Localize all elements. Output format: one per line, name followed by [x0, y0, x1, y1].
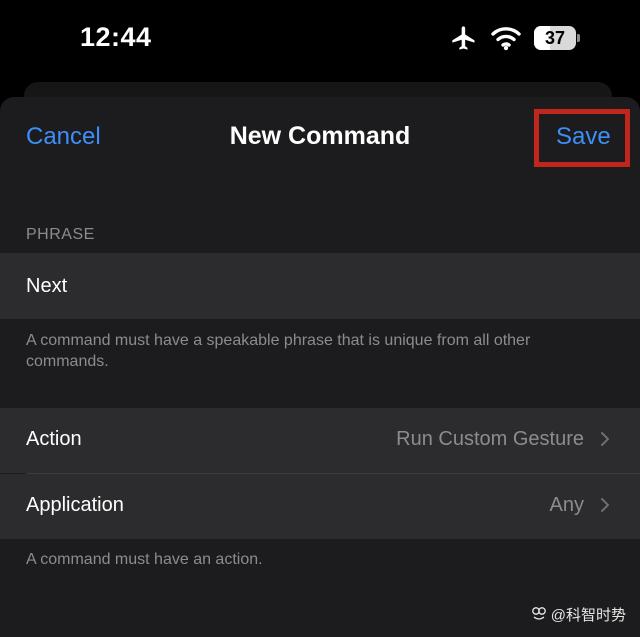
application-row[interactable]: Application Any: [0, 474, 640, 539]
phrase-input[interactable]: [26, 271, 606, 301]
battery-level: 37: [544, 28, 566, 48]
status-bar: 12:44 37: [0, 0, 640, 80]
battery-cap: [577, 34, 580, 42]
chevron-right-icon: [600, 497, 610, 518]
watermark-text: @科智时势: [550, 607, 626, 624]
battery-body: 37: [534, 26, 576, 50]
application-value: Any: [549, 494, 584, 516]
action-value: Run Custom Gesture: [396, 428, 584, 450]
status-icons: 37: [450, 24, 580, 52]
chevron-right-icon: [600, 431, 610, 452]
battery-icon: 37: [534, 26, 580, 50]
navigation-bar: Cancel New Command Save: [0, 97, 640, 185]
action-label: Action: [26, 428, 82, 450]
new-command-sheet: Cancel New Command Save PHRASE A command…: [0, 97, 640, 637]
wifi-icon: [490, 25, 522, 51]
action-row[interactable]: Action Run Custom Gesture: [0, 408, 640, 473]
watermark: @科智时势: [531, 604, 626, 625]
airplane-icon: [450, 24, 478, 52]
cancel-button[interactable]: Cancel: [26, 123, 101, 151]
action-footer: A command must have an action.: [26, 551, 263, 568]
status-time: 12:44: [80, 22, 152, 52]
screen: 12:44 37 Cancel New Command Save PHRASE …: [0, 0, 640, 637]
save-button[interactable]: Save: [556, 123, 611, 151]
application-label: Application: [26, 494, 124, 516]
phrase-section-header: PHRASE: [26, 226, 95, 243]
watermark-logo-icon: [531, 605, 547, 625]
phrase-row[interactable]: [0, 253, 640, 319]
phrase-footer: A command must have a speakable phrase t…: [26, 332, 531, 370]
